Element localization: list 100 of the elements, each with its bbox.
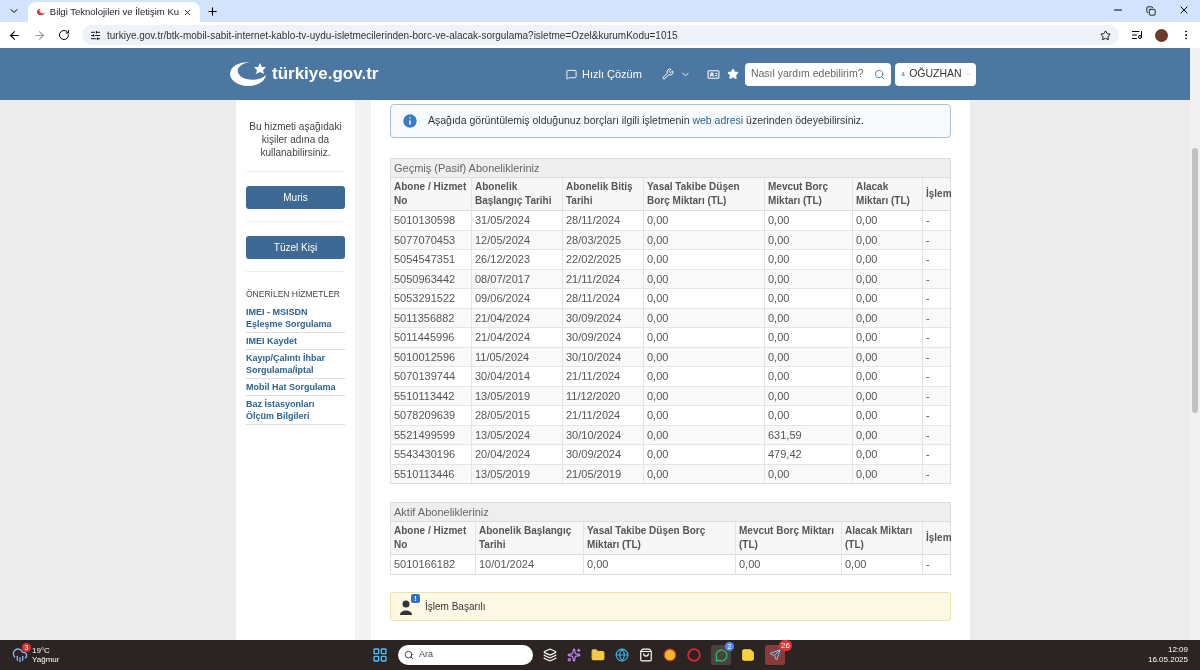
table-cell: 13/05/2019 xyxy=(471,386,562,405)
column-header: İşlem xyxy=(922,522,953,554)
media-control-icon[interactable] xyxy=(1131,29,1143,41)
table-cell: 0,00 xyxy=(852,406,922,425)
table-cell: 0,00 xyxy=(764,289,852,308)
table-cell-text: 5078209639 xyxy=(393,408,457,423)
taskbar-search-field[interactable]: Ara xyxy=(398,645,533,665)
restore-icon[interactable] xyxy=(1146,6,1156,16)
table-cell: 13/05/2024 xyxy=(471,425,562,444)
column-header: Mevcut Borç Miktarı (TL) xyxy=(764,178,852,210)
table-cell: 0,00 xyxy=(643,464,764,483)
table-cell: 0,00 xyxy=(643,386,764,405)
whatsapp-taskbar-item[interactable] xyxy=(711,645,731,665)
site-logo[interactable]: türkiye.gov.tr xyxy=(230,59,560,89)
service-link[interactable]: Kayıp/Çalıntı İhbar Sorgulama/İptal xyxy=(246,349,345,379)
search-icon xyxy=(873,68,885,80)
search-field[interactable]: Nasıl yardım edebilirim? xyxy=(744,62,891,86)
browser-tab[interactable]: Bilgi Teknolojileri ve İletişim Ku xyxy=(28,2,200,22)
column-header: Abonelik Başlangıç Tarihi xyxy=(471,178,562,210)
info-text: Aşağıda görüntülemiş olduğunuz borçları ilgili işletmenin web adresi üzerinden ödeyebilirsiniz. xyxy=(428,113,864,129)
table-cell: 0,00 xyxy=(643,230,764,249)
table-cell-text: 5070139744 xyxy=(393,369,457,384)
table-cell: 0,00 xyxy=(852,250,922,269)
table-cell: 28/05/2015 xyxy=(471,406,562,425)
table-cell: 0,00 xyxy=(643,211,764,230)
close-icon[interactable] xyxy=(1178,4,1190,16)
table-cell: 0,00 xyxy=(852,269,922,288)
column-header: Mevcut Borç Miktarı (TL) xyxy=(735,522,841,554)
table-cell: 31/05/2024 xyxy=(471,211,562,230)
table-title: Geçmiş (Pasif) Abonelikleriniz xyxy=(391,159,950,178)
wrench-icon xyxy=(661,68,674,80)
table-cell: 28/03/2025 xyxy=(562,230,643,249)
info-icon xyxy=(401,112,419,130)
service-link[interactable]: Mobil Hat Sorgulama xyxy=(246,378,345,396)
column-header: Abonelik Başlangıç Tarihi xyxy=(475,522,583,554)
table-cell-text: 5543430196 xyxy=(393,447,457,462)
new-tab-icon[interactable] xyxy=(206,5,219,18)
table-cell: 10/01/2024 xyxy=(475,555,583,574)
table-cell: - xyxy=(922,347,953,366)
column-header: Yasal Takibe Düşen Borç Miktarı (TL) xyxy=(583,522,735,554)
table-cell-text: 5077070453 xyxy=(393,232,457,248)
user-menu-button[interactable]: OĞUZHAN xyxy=(894,62,976,86)
table-cell: 30/09/2024 xyxy=(562,445,643,464)
table-cell: 0,00 xyxy=(764,211,852,230)
table-cell: 22/02/2025 xyxy=(562,250,643,269)
table-cell: - xyxy=(922,445,953,464)
favorites-star-icon[interactable] xyxy=(726,68,739,80)
quick-solution-button[interactable]: Hızlı Çözüm xyxy=(560,60,648,88)
store-icon[interactable] xyxy=(639,648,653,662)
profile-avatar[interactable] xyxy=(1155,28,1168,42)
table-cell: 0,00 xyxy=(643,328,764,347)
sidebar-button[interactable]: Tüzel Kişi xyxy=(246,236,345,259)
table-cell: 28/11/2024 xyxy=(562,289,643,308)
folder-icon[interactable] xyxy=(591,648,605,662)
table-cell: 0,00 xyxy=(735,555,841,574)
table-cell: 0,00 xyxy=(852,386,922,405)
table-cell: 0,00 xyxy=(852,425,922,444)
table-cell: - xyxy=(922,367,953,386)
sticky-note-icon[interactable] xyxy=(741,648,755,662)
sidebar-button[interactable]: Muris xyxy=(246,186,345,209)
table-cell: 21/11/2024 xyxy=(562,269,643,288)
table-cell-text: 5010166182 xyxy=(393,557,457,572)
web-address-link[interactable]: web adresi xyxy=(692,114,744,127)
service-link[interactable]: Baz İstasyonları Ölçüm Bilgileri xyxy=(246,395,345,425)
table-cell-text: 5011445996 xyxy=(393,330,456,345)
reload-icon[interactable] xyxy=(58,29,70,41)
start-icon[interactable] xyxy=(372,647,388,663)
sidebar-intro: Bu hizmeti aşağıdaki kişiler adına da kullanabilirsiniz. xyxy=(248,120,343,159)
copilot-icon[interactable] xyxy=(567,648,581,662)
search-icon xyxy=(404,650,414,660)
table-cell: 30/10/2024 xyxy=(562,347,643,366)
table-cell: 30/10/2024 xyxy=(562,425,643,444)
table-cell: 21/11/2024 xyxy=(562,367,643,386)
table-cell: 0,00 xyxy=(643,347,764,366)
service-link[interactable]: IMEI - MSISDN Eşleşme Sorgulama xyxy=(246,303,345,333)
bookmark-star-icon[interactable] xyxy=(1100,29,1111,41)
table-cell: 08/07/2017 xyxy=(471,269,562,288)
table-cell: 30/04/2014 xyxy=(471,367,562,386)
forward-icon[interactable] xyxy=(33,28,46,42)
table-cell: 0,00 xyxy=(852,230,922,249)
table-cell: 631,59 xyxy=(764,425,852,444)
table-cell: 0,00 xyxy=(643,425,764,444)
back-icon[interactable] xyxy=(8,28,21,42)
service-link[interactable]: IMEI Kaydet xyxy=(246,332,345,350)
logo-text: türkiye.gov.tr xyxy=(272,63,379,86)
id-card-icon[interactable] xyxy=(706,67,720,81)
table-cell-text: 5050963442 xyxy=(393,271,457,287)
table-cell: 0,00 xyxy=(764,406,852,425)
rain-cloud-icon xyxy=(12,647,28,663)
table-cell: - xyxy=(922,386,953,405)
table-cell: 20/04/2024 xyxy=(471,445,562,464)
task-view-icon[interactable] xyxy=(543,648,557,662)
table-cell: - xyxy=(922,328,953,347)
table-cell-text: 5054547351 xyxy=(393,252,457,267)
table-cell: 21/04/2024 xyxy=(471,308,562,327)
table-cell: 0,00 xyxy=(764,250,852,269)
table-cell: - xyxy=(922,425,953,444)
address-bar[interactable]: turkiye.gov.tr/btk-mobil-sabit-internet-kablo-tv-uydu-isletmecilerinden-borc-ve-alacak-sorgulama?isletme=Ozel&kurumKodu=1015 xyxy=(82,25,1119,45)
table-cell: 0,00 xyxy=(852,328,922,347)
table-cell: 21/04/2024 xyxy=(471,328,562,347)
